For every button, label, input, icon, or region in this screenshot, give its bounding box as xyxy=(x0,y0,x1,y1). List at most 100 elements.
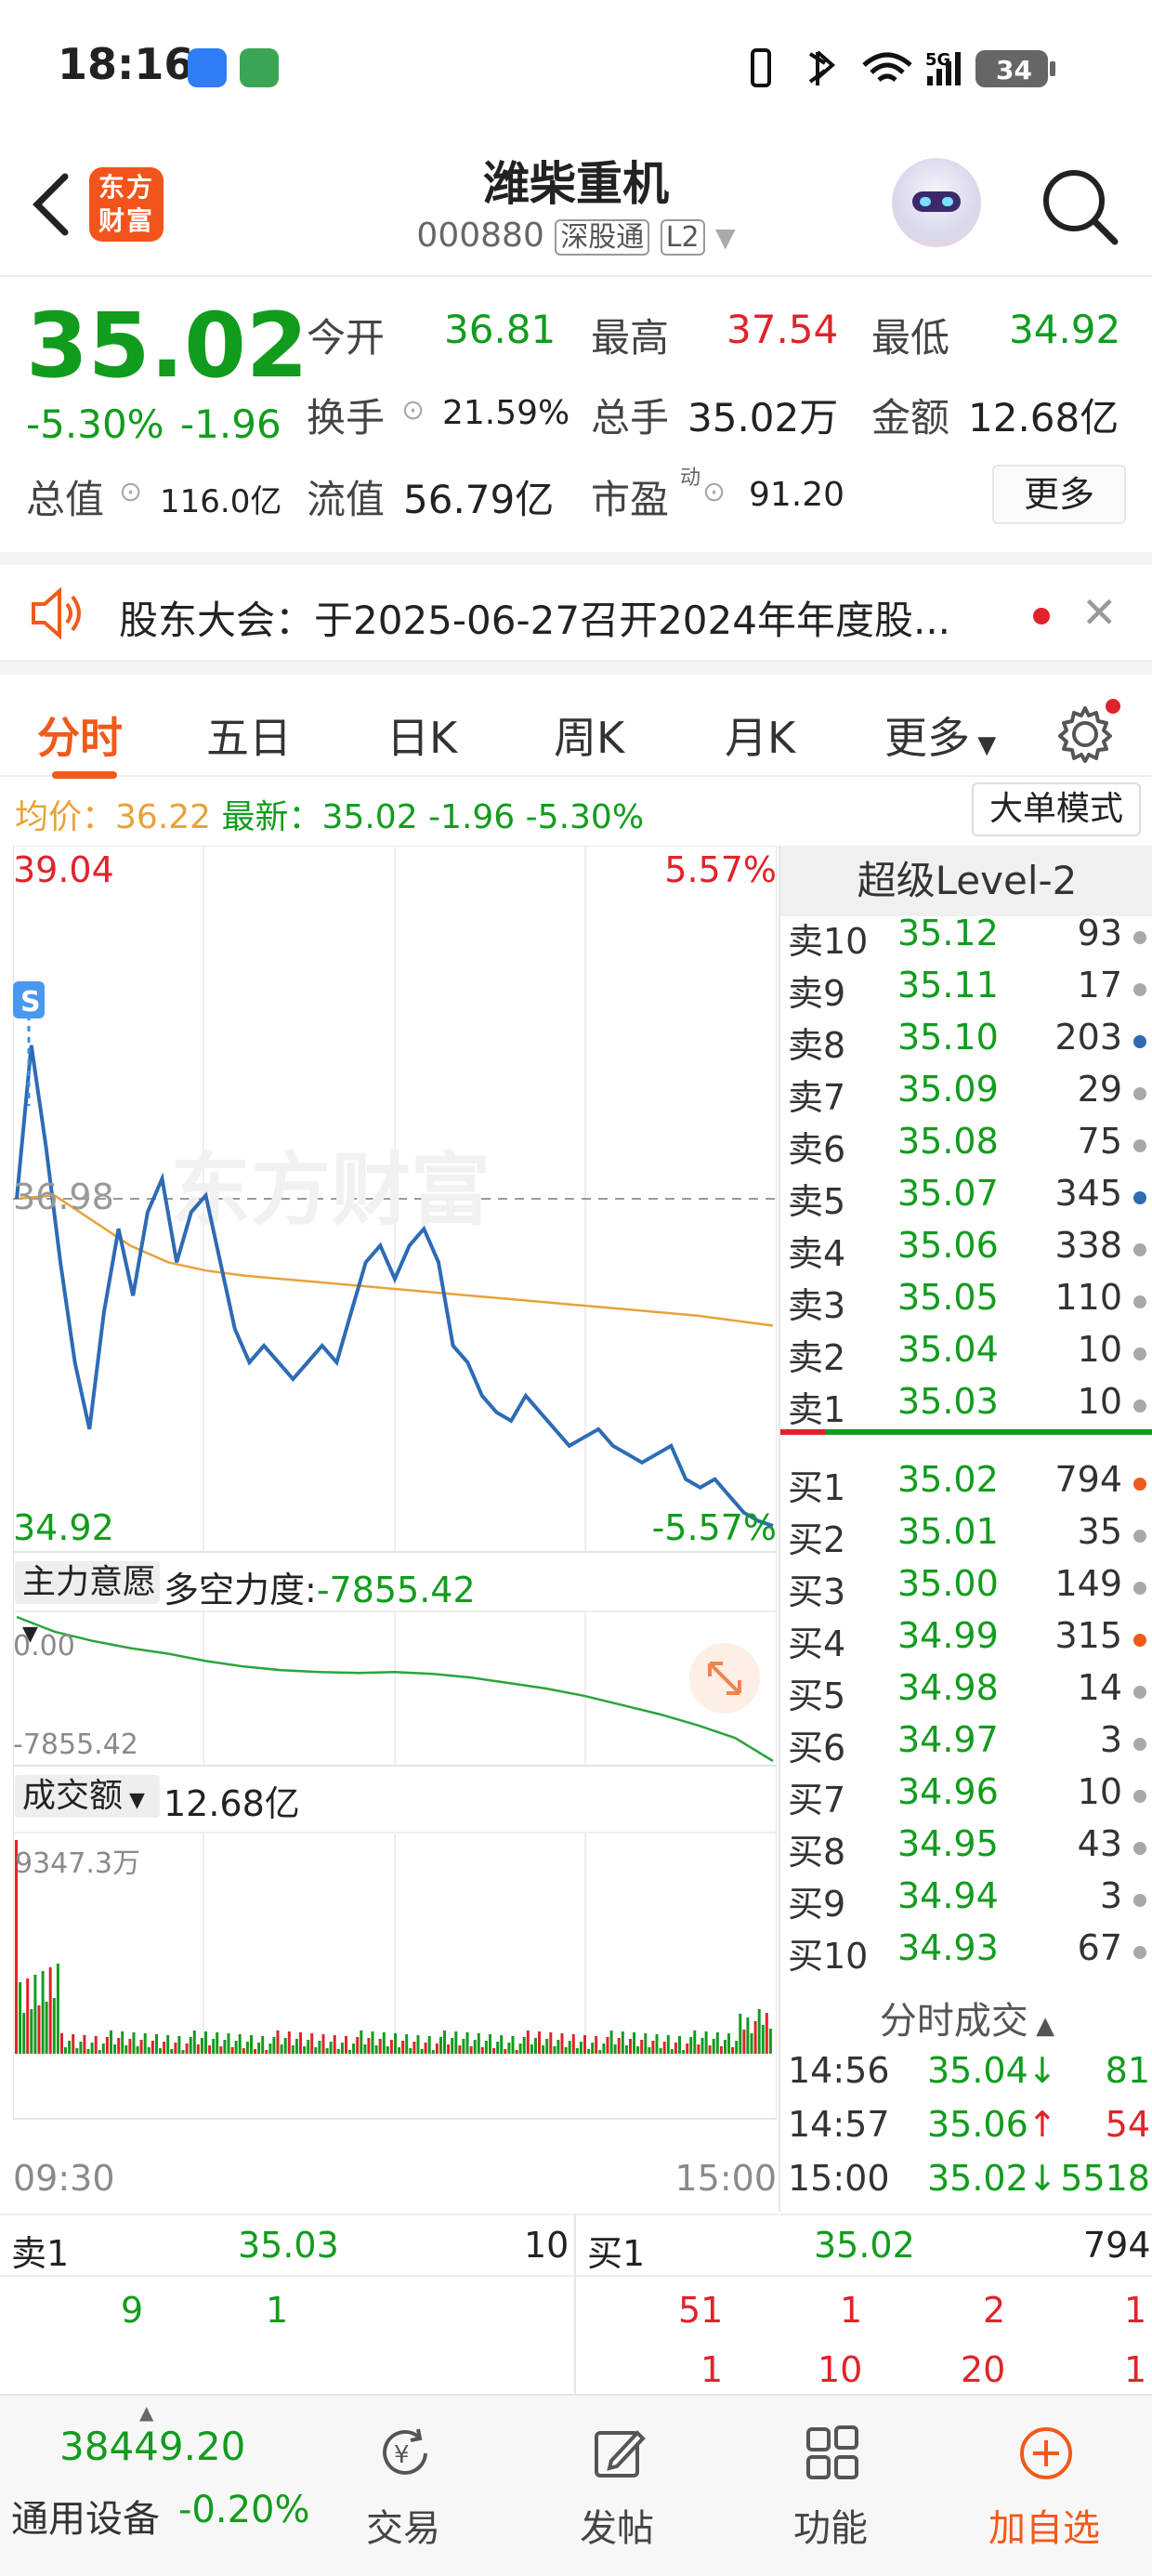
functions-button[interactable]: 功能 xyxy=(738,2396,923,2576)
tab-weekly-k[interactable]: 周K xyxy=(554,704,624,766)
volume-bar xyxy=(128,2039,132,2054)
bid-row[interactable]: 买5 34.98 14 xyxy=(788,1667,1152,1719)
ask-row[interactable]: 卖7 35.09 29 xyxy=(788,1069,1152,1121)
indicator-value: -7855.42 xyxy=(316,1570,476,1610)
bid-qty: 3 xyxy=(1099,1875,1122,1916)
bid-ask-ratio-bar xyxy=(780,1429,1152,1435)
bid-row[interactable]: 买8 34.95 43 xyxy=(788,1823,1152,1875)
bid-row[interactable]: 买1 35.02 794 xyxy=(788,1459,1152,1511)
trade-time: 14:56 xyxy=(788,2050,890,2091)
ask-row[interactable]: 卖4 35.06 338 xyxy=(788,1225,1152,1277)
volume-bar xyxy=(113,2044,117,2054)
post-button[interactable]: 发帖 xyxy=(524,2396,710,2576)
trades-title[interactable]: 分时成交 ▲ xyxy=(780,1991,1152,2044)
bid-row[interactable]: 买10 34.93 67 xyxy=(788,1927,1152,1979)
indicator-select[interactable]: 主力意愿 ▼ xyxy=(15,1561,160,1646)
volume-bar xyxy=(724,2040,727,2054)
announcement-text: 股东大会：于2025-06-27召开2024年年度股... xyxy=(119,598,951,643)
tab-daily-k[interactable]: 日K xyxy=(386,704,457,766)
bid-row[interactable]: 买4 34.99 315 xyxy=(788,1615,1152,1667)
bid-price: 34.99 xyxy=(897,1615,999,1656)
latest-value: 35.02 xyxy=(321,798,418,836)
volume-bar xyxy=(753,2021,757,2054)
ask-row[interactable]: 卖8 35.10 203 xyxy=(788,1017,1152,1069)
tab-monthly-k[interactable]: 月K xyxy=(725,704,795,766)
tab-intraday[interactable]: 分时 xyxy=(37,704,123,766)
ref-price: 36.98 xyxy=(13,1176,114,1217)
volume-bar xyxy=(595,2036,598,2054)
tab-more[interactable]: 更多 ▼ xyxy=(884,704,996,766)
info-icon[interactable]: ⊙ xyxy=(702,476,726,508)
bid-row[interactable]: 买2 35.01 35 xyxy=(788,1511,1152,1563)
volume-bar xyxy=(363,2044,367,2054)
level-tag: L2 xyxy=(660,219,705,256)
latest-label: 最新： xyxy=(221,798,322,836)
ask-row[interactable]: 卖10 35.12 93 xyxy=(788,913,1152,965)
amount-value: 12.68亿 xyxy=(968,395,1119,440)
volume-bar xyxy=(568,2041,571,2054)
volume-bar xyxy=(530,2044,533,2054)
ask-row[interactable]: 卖6 35.08 75 xyxy=(788,1121,1152,1173)
ask-row[interactable]: 卖2 35.04 10 xyxy=(788,1329,1152,1381)
order-book-title[interactable]: 超级Level-2 xyxy=(780,846,1152,916)
trade-button[interactable]: ¥ 交易 xyxy=(310,2396,496,2576)
volume-select[interactable]: 成交额 ▼ xyxy=(15,1775,160,1818)
volume-bar xyxy=(412,2042,416,2054)
order-dot-icon xyxy=(1133,1347,1146,1360)
volume-bar xyxy=(30,2009,33,2054)
search-icon[interactable] xyxy=(1039,165,1122,249)
volume-bar xyxy=(549,2032,553,2054)
volume-bar xyxy=(746,2017,750,2054)
tab-five-day[interactable]: 五日 xyxy=(206,704,292,766)
queue-bid-item: 1 xyxy=(840,2290,863,2331)
status-time: 18:16 xyxy=(58,39,194,89)
queue-bid-label: 买1 xyxy=(587,2233,646,2274)
ask-row[interactable]: 卖9 35.11 17 xyxy=(788,965,1152,1017)
bid-price: 35.02 xyxy=(897,1459,999,1500)
info-icon[interactable]: ⊙ xyxy=(401,394,425,427)
edit-post-icon xyxy=(595,2430,646,2477)
sector-index-change: -0.20% xyxy=(178,2489,310,2531)
volume-bar xyxy=(591,2043,595,2054)
info-icon[interactable]: ⊙ xyxy=(119,476,142,508)
float-label: 流值 xyxy=(307,477,386,522)
dropdown-icon: ▼ xyxy=(715,222,736,253)
add-watchlist-button[interactable]: 加自选 xyxy=(951,2396,1137,2576)
mktcap-value: 116.0亿 xyxy=(160,483,282,520)
top-pct: 5.57% xyxy=(664,849,777,890)
volume-bar xyxy=(704,2031,708,2054)
sector-index[interactable]: ▲ 38449.20 通用设备 -0.20% xyxy=(0,2396,310,2576)
announcement-bar[interactable]: 股东大会：于2025-06-27召开2024年年度股... ✕ xyxy=(0,552,1152,662)
intraday-chart[interactable]: 东方财富 S 39.04 5.57% 36.98 34.92 -5.57% 主力… xyxy=(12,845,778,2212)
assistant-robot-icon[interactable] xyxy=(892,158,981,247)
bid-row[interactable]: 买3 35.00 149 xyxy=(788,1563,1152,1615)
volume-bar xyxy=(534,2038,537,2054)
bid-row[interactable]: 买6 34.97 3 xyxy=(788,1719,1152,1771)
volume-bar xyxy=(310,2033,314,2054)
ask-row[interactable]: 卖1 35.03 10 xyxy=(788,1381,1152,1433)
ask-label: 卖1 xyxy=(788,1389,846,1430)
stock-code-line[interactable]: 000880 深股通 L2 ▼ xyxy=(0,214,1152,256)
ask-row[interactable]: 卖3 35.05 110 xyxy=(788,1277,1152,1329)
volume-bar xyxy=(443,2031,446,2054)
bid-row[interactable]: 买9 34.94 3 xyxy=(788,1875,1152,1927)
ask-label: 卖4 xyxy=(788,1233,846,1274)
pe-value: 91.20 xyxy=(749,476,845,514)
volume-bar xyxy=(163,2042,166,2054)
volume-bar xyxy=(147,2047,151,2054)
more-button[interactable]: 更多 xyxy=(992,465,1126,524)
volume-bar xyxy=(750,2033,753,2054)
volume-bar xyxy=(261,2036,265,2054)
close-icon[interactable]: ✕ xyxy=(1081,587,1118,637)
ask-price: 35.11 xyxy=(897,965,999,1005)
ask-row[interactable]: 卖5 35.07 345 xyxy=(788,1173,1152,1225)
volume-bar xyxy=(352,2044,356,2054)
volume-bar xyxy=(416,2035,420,2054)
volume-bar xyxy=(655,2034,659,2054)
volume-bar xyxy=(469,2046,473,2054)
settings-gear-icon[interactable] xyxy=(1054,699,1120,766)
volume-bar xyxy=(254,2049,256,2054)
volume-bar xyxy=(424,2043,427,2054)
big-order-mode-button[interactable]: 大单模式 xyxy=(972,782,1141,836)
bid-row[interactable]: 买7 34.96 10 xyxy=(788,1771,1152,1823)
